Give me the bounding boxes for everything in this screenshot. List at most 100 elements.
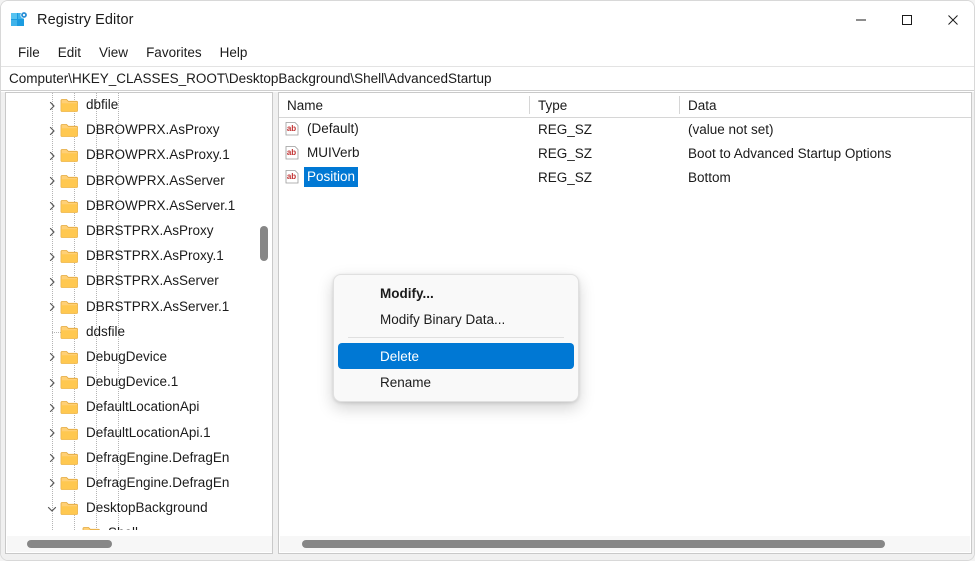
registry-values-list[interactable]: ab (Default) REG_SZ (value not set) ab MUIVer… — [279, 117, 971, 189]
folder-icon — [60, 274, 79, 289]
tree-item-label: DebugDevice.1 — [86, 374, 179, 390]
registry-tree-pane: dbfile DBROWPRX.AsProxy DBROWPRX.AsProxy.1… — [5, 92, 273, 554]
chevron-right-icon[interactable] — [44, 446, 60, 471]
list-horizontal-scrollbar[interactable] — [280, 536, 970, 552]
minimize-button[interactable] — [838, 1, 884, 39]
chevron-right-icon[interactable] — [44, 118, 60, 143]
list-column-headers: Name Type Data — [279, 93, 971, 118]
tree-item-defragengine-defragen[interactable]: DefragEngine.DefragEn — [6, 471, 257, 496]
maximize-button[interactable] — [884, 1, 930, 39]
tree-item-label: Shell — [106, 523, 142, 530]
chevron-right-icon[interactable] — [44, 244, 60, 269]
window-controls — [838, 1, 974, 39]
tree-horizontal-scrollbar[interactable] — [7, 536, 272, 552]
context-menu-item-modify[interactable]: Modify... — [338, 280, 574, 306]
menu-file[interactable]: File — [9, 42, 49, 63]
tree-item-label: DefaultLocationApi.1 — [86, 424, 211, 440]
context-menu[interactable]: Modify... Modify Binary Data... Delete Rena… — [333, 274, 579, 402]
chevron-right-icon[interactable] — [44, 471, 60, 496]
tree-horizontal-scroll-thumb[interactable] — [27, 540, 112, 548]
tree-item-label: DesktopBackground — [86, 500, 208, 516]
value-type-cell: REG_SZ — [538, 121, 593, 137]
tree-item-label: DefragEngine.DefragEn — [86, 449, 230, 465]
close-button[interactable] — [930, 1, 974, 39]
address-bar[interactable]: Computer\HKEY_CLASSES_ROOT\DesktopBackgr… — [1, 66, 974, 91]
value-data-cell: (value not set) — [688, 121, 774, 137]
folder-icon — [60, 98, 79, 113]
tree-item-dbrowprx-asserver-1[interactable]: DBROWPRX.AsServer.1 — [6, 194, 257, 219]
context-menu-item-modify-binary-data[interactable]: Modify Binary Data... — [338, 306, 574, 332]
column-header-data[interactable]: Data — [680, 93, 971, 117]
chevron-right-icon[interactable] — [44, 345, 60, 370]
chevron-right-icon[interactable] — [44, 93, 60, 118]
column-header-name[interactable]: Name — [279, 93, 530, 117]
menu-help[interactable]: Help — [211, 42, 257, 63]
column-header-type[interactable]: Type — [530, 93, 680, 117]
value-name-label: (Default) — [307, 121, 359, 136]
tree-item-dbrowprx-asproxy[interactable]: DBROWPRX.AsProxy — [6, 118, 257, 143]
tree-item-label: DBRSTPRX.AsProxy.1 — [86, 248, 224, 264]
content-area: dbfile DBROWPRX.AsProxy DBROWPRX.AsProxy.1… — [1, 92, 974, 560]
window-title: Registry Editor — [37, 12, 134, 28]
table-row[interactable]: ab MUIVerb REG_SZ Boot to Advanced Startup … — [279, 141, 971, 165]
table-row[interactable]: ab Position REG_SZ Bottom — [279, 165, 971, 189]
tree-item-dbfile[interactable]: dbfile — [6, 93, 257, 118]
tree-item-ddsfile[interactable]: ddsfile — [6, 320, 257, 345]
tree-item-dbrowprx-asserver[interactable]: DBROWPRX.AsServer — [6, 169, 257, 194]
registry-editor-icon — [9, 10, 29, 30]
menu-edit[interactable]: Edit — [49, 42, 90, 63]
value-type-cell: REG_SZ — [538, 169, 593, 185]
value-name-label: MUIVerb — [307, 145, 360, 160]
tree-item-dbrstprx-asproxy[interactable]: DBRSTPRX.AsProxy — [6, 219, 257, 244]
chevron-right-icon[interactable] — [44, 295, 60, 320]
tree-item-dbrowprx-asproxy-1[interactable]: DBROWPRX.AsProxy.1 — [6, 143, 257, 168]
chevron-right-icon[interactable] — [44, 219, 60, 244]
folder-icon — [60, 375, 79, 390]
title-bar: Registry Editor — [1, 1, 974, 39]
tree-item-dbrstprx-asproxy-1[interactable]: DBRSTPRX.AsProxy.1 — [6, 244, 257, 269]
chevron-right-icon[interactable] — [44, 143, 60, 168]
context-menu-item-delete[interactable]: Delete — [338, 343, 574, 369]
tree-item-defaultlocationapi-1[interactable]: DefaultLocationApi.1 — [6, 420, 257, 445]
folder-icon — [60, 476, 79, 491]
chevron-right-icon[interactable] — [44, 169, 60, 194]
string-value-icon: ab — [284, 145, 300, 161]
chevron-right-icon[interactable] — [44, 395, 60, 420]
tree-item-shell[interactable]: Shell — [6, 521, 257, 530]
tree-item-debugdevice-1[interactable]: DebugDevice.1 — [6, 370, 257, 395]
chevron-down-icon[interactable] — [44, 496, 60, 521]
registry-tree[interactable]: dbfile DBROWPRX.AsProxy DBROWPRX.AsProxy.1… — [6, 93, 257, 530]
table-row[interactable]: ab (Default) REG_SZ (value not set) — [279, 117, 971, 141]
context-menu-item-rename[interactable]: Rename — [338, 369, 574, 395]
string-value-icon: ab — [284, 121, 300, 137]
menu-favorites[interactable]: Favorites — [137, 42, 211, 63]
value-name-cell: ab (Default) — [279, 119, 530, 139]
menu-view[interactable]: View — [90, 42, 137, 63]
tree-item-label: DBRSTPRX.AsProxy — [86, 223, 214, 239]
tree-item-dbrstprx-asserver-1[interactable]: DBRSTPRX.AsServer.1 — [6, 295, 257, 320]
folder-icon — [82, 526, 101, 530]
tree-item-defragengine-defragen[interactable]: DefragEngine.DefragEn — [6, 446, 257, 471]
registry-path: Computer\HKEY_CLASSES_ROOT\DesktopBackgr… — [9, 71, 492, 86]
tree-item-label: DBROWPRX.AsProxy — [86, 122, 220, 138]
tree-item-defaultlocationapi[interactable]: DefaultLocationApi — [6, 395, 257, 420]
list-horizontal-scroll-thumb[interactable] — [302, 540, 885, 548]
chevron-right-icon[interactable] — [44, 370, 60, 395]
tree-item-label: DefragEngine.DefragEn — [86, 474, 230, 490]
value-data-cell: Bottom — [688, 169, 731, 185]
folder-icon — [60, 224, 79, 239]
folder-icon — [60, 350, 79, 365]
folder-icon — [60, 199, 79, 214]
chevron-right-icon[interactable] — [44, 269, 60, 294]
tree-item-desktopbackground[interactable]: DesktopBackground — [6, 496, 257, 521]
tree-item-dbrstprx-asserver[interactable]: DBRSTPRX.AsServer — [6, 269, 257, 294]
tree-item-debugdevice[interactable]: DebugDevice — [6, 345, 257, 370]
tree-vertical-scroll-thumb[interactable] — [260, 226, 268, 261]
value-data-cell: Boot to Advanced Startup Options — [688, 145, 892, 161]
tree-vertical-scrollbar[interactable] — [257, 94, 271, 529]
chevron-down-icon[interactable] — [66, 521, 82, 530]
value-name-label: Position — [304, 167, 359, 187]
chevron-right-icon[interactable] — [44, 421, 60, 446]
chevron-right-icon[interactable] — [44, 194, 60, 219]
